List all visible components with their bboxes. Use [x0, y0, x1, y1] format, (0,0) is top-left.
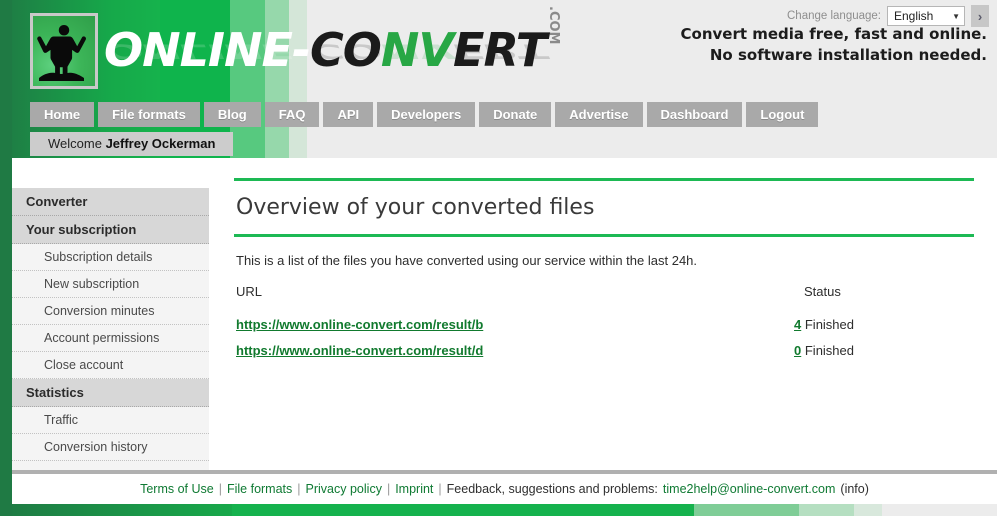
tagline: Convert media free, fast and online. No …: [681, 24, 988, 66]
cell-status: 4 Finished: [792, 309, 974, 335]
nav-item-logout[interactable]: Logout: [746, 102, 819, 127]
footer-separator-3: |: [386, 482, 391, 496]
main-content: Overview of your converted files This is…: [234, 178, 974, 361]
tagline-line-1: Convert media free, fast and online.: [680, 25, 988, 43]
sidebar-item-close-account[interactable]: Close account: [12, 352, 209, 379]
sidebar-item-new-subscription[interactable]: New subscription: [12, 271, 209, 298]
wordmark[interactable]: ONLINE-CONVERT.COM: [104, 6, 561, 86]
status-badge: Finished: [804, 343, 854, 358]
result-link-tail[interactable]: 4: [794, 317, 801, 332]
page-body: Converter Your subscription Subscription…: [12, 158, 997, 492]
footer-feedback-label: Feedback, suggestions and problems:: [446, 482, 658, 496]
footer-email-link[interactable]: time2help@online-convert.com: [663, 482, 836, 496]
chevron-down-icon: ▼: [952, 11, 960, 21]
sidebar-item-conversion-minutes[interactable]: Conversion minutes: [12, 298, 209, 325]
sidebar-item-traffic[interactable]: Traffic: [12, 407, 209, 434]
footer-link-privacy-policy[interactable]: Privacy policy: [306, 482, 382, 496]
language-value: English: [894, 9, 934, 23]
nav-item-file-formats[interactable]: File formats: [98, 102, 200, 127]
bottom-bar-seg-5: [854, 504, 882, 516]
wordmark-nv: NV: [380, 23, 454, 77]
nav-item-api[interactable]: API: [323, 102, 374, 127]
bottom-bar-seg-6: [882, 504, 997, 516]
sidebar-item-subscription-details[interactable]: Subscription details: [12, 244, 209, 271]
column-header-status: Status: [804, 284, 841, 299]
welcome-prefix: Welcome: [48, 136, 106, 151]
nav-item-blog[interactable]: Blog: [203, 102, 261, 127]
sidebar: Converter Your subscription Subscription…: [12, 188, 209, 483]
sidebar-heading-subscription[interactable]: Your subscription: [12, 216, 209, 244]
bottom-accent-bar: [0, 504, 997, 516]
site-footer: Terms of Use | File formats | Privacy po…: [12, 474, 997, 504]
left-accent-bar: [0, 0, 12, 516]
page-root: ONLINE-CONVERT ONLINE-CONVERT.COM Change…: [0, 0, 997, 516]
nav-item-donate[interactable]: Donate: [479, 102, 552, 127]
nav-item-faq[interactable]: FAQ: [264, 102, 320, 127]
footer-separator-4: |: [438, 482, 442, 496]
result-link-tail[interactable]: 0: [794, 343, 801, 358]
cell-status: 0 Finished: [792, 335, 974, 361]
bottom-bar-seg-3: [694, 504, 799, 516]
result-link[interactable]: https://www.online-convert.com/result/d: [236, 343, 483, 358]
language-dropdown[interactable]: English ▼: [887, 6, 965, 26]
table-row: https://www.online-convert.com/result/d …: [234, 335, 974, 361]
page-title: Overview of your converted files: [236, 195, 595, 220]
footer-link-terms-of-use[interactable]: Terms of Use: [140, 482, 214, 496]
footer-separator-1: |: [218, 482, 222, 496]
language-label: Change language:: [787, 10, 881, 22]
footer-separator-2: |: [297, 482, 301, 496]
bottom-bar-seg-2: [232, 504, 694, 516]
footer-info-note: (info): [840, 482, 869, 496]
bottom-bar-seg-1: [0, 504, 232, 516]
nav-item-dashboard[interactable]: Dashboard: [646, 102, 743, 127]
nav-item-advertise[interactable]: Advertise: [555, 102, 643, 127]
main-navigation: Home File formats Blog FAQ API Developer…: [30, 102, 819, 127]
arrow-right-icon: ›: [977, 8, 983, 24]
sidebar-item-account-permissions[interactable]: Account permissions: [12, 325, 209, 352]
column-header-url: URL: [236, 284, 263, 299]
wordmark-ert: ERT: [453, 23, 547, 77]
footer-link-file-formats[interactable]: File formats: [227, 482, 292, 496]
tagline-line-2: No software installation needed.: [709, 46, 987, 64]
person-silhouette-icon: [37, 25, 87, 81]
wordmark-online: ONLINE-: [104, 23, 311, 77]
status-badge: Finished: [804, 317, 854, 332]
sidebar-heading-converter[interactable]: Converter: [12, 188, 209, 216]
wordmark-co: CO: [310, 23, 382, 77]
wordmark-tld: .COM: [546, 6, 562, 45]
intro-text: This is a list of the files you have con…: [236, 253, 698, 268]
nav-item-developers[interactable]: Developers: [377, 102, 476, 127]
site-header: ONLINE-CONVERT ONLINE-CONVERT.COM Change…: [0, 0, 997, 158]
welcome-username: Jeffrey Ockerman: [105, 136, 216, 151]
cell-url: https://www.online-convert.com/result/b: [234, 309, 792, 335]
site-logo[interactable]: [30, 13, 98, 89]
nav-item-home[interactable]: Home: [30, 102, 95, 127]
converted-files-table: URL Status https://www.online-convert.co…: [234, 284, 974, 361]
sidebar-heading-statistics[interactable]: Statistics: [12, 379, 209, 407]
footer-link-imprint[interactable]: Imprint: [395, 482, 433, 496]
logo-icon: [33, 16, 95, 86]
table-row: https://www.online-convert.com/result/b …: [234, 309, 974, 335]
welcome-bar: Welcome Jeffrey Ockerman: [30, 132, 234, 156]
table-header-row: URL Status: [234, 284, 974, 309]
sidebar-item-conversion-history[interactable]: Conversion history: [12, 434, 209, 461]
cell-url: https://www.online-convert.com/result/d: [234, 335, 792, 361]
result-link[interactable]: https://www.online-convert.com/result/b: [236, 317, 483, 332]
bottom-bar-seg-4: [799, 504, 854, 516]
